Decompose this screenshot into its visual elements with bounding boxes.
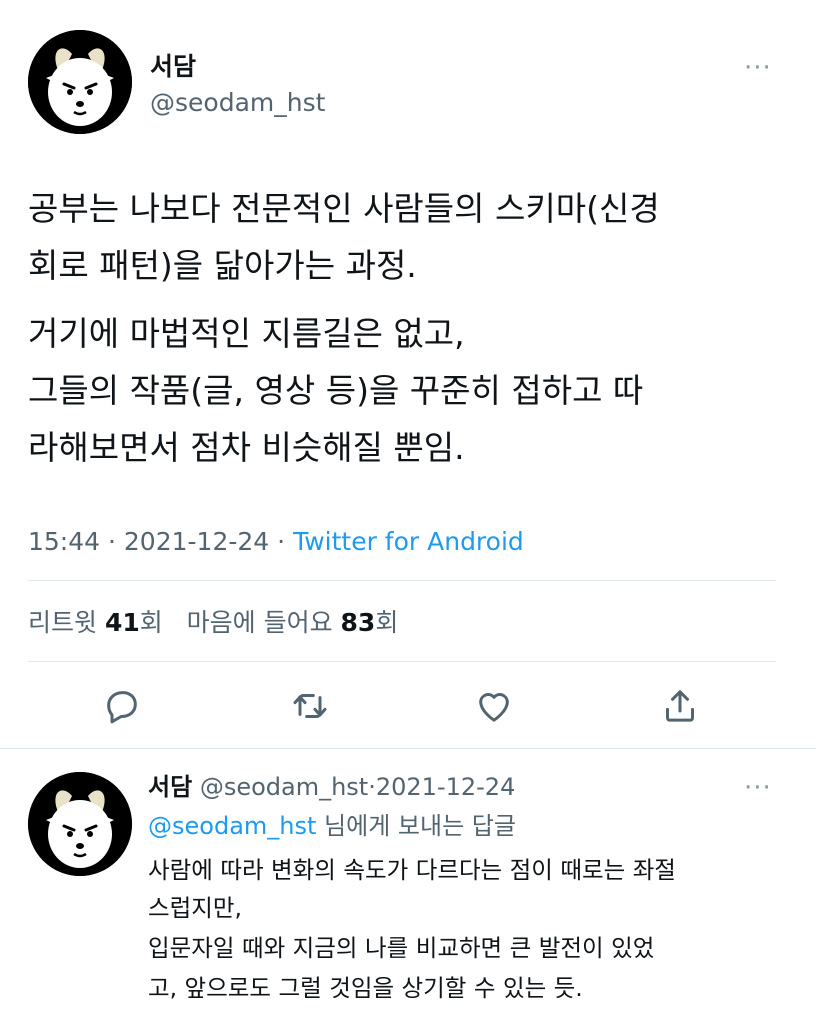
tweet-text-line: 그들의 작품(글, 영상 등)을 꾸준히 접하고 따 <box>28 371 644 410</box>
tweet-text-line: 라해보면서 점차 비슷해질 뿐임. <box>28 428 465 467</box>
tweet-meta: 15:44 · 2021-12-24 · Twitter for Android <box>28 526 524 558</box>
retweet-unit: 회 <box>139 608 163 637</box>
reply-date[interactable]: 2021-12-24 <box>376 773 515 801</box>
tweet-text-line: 거기에 마법적인 지름길은 없고, <box>28 314 465 353</box>
reply-text-line: 입문자일 때와 지금의 나를 비교하면 큰 발전이 있었 <box>148 934 655 962</box>
retweet-icon[interactable] <box>290 686 330 726</box>
share-icon[interactable] <box>660 686 700 726</box>
like-stat[interactable]: 마음에 들어요 83회 <box>187 608 399 637</box>
divider <box>0 748 816 749</box>
tweet-date[interactable]: 2021-12-24 <box>124 527 269 556</box>
reply-header: 서담 @seodam_hst·2021-12-24 <box>148 772 515 802</box>
reply-text-line: 사람에 따라 변화의 속도가 다르다는 점이 때로는 좌절 <box>148 856 676 884</box>
heart-icon[interactable] <box>474 686 514 726</box>
tweet-time: 15:44 <box>28 527 101 556</box>
more-options-icon[interactable]: ··· <box>744 55 772 81</box>
reply-author-handle[interactable]: @seodam_hst <box>200 773 368 801</box>
divider <box>28 661 776 662</box>
tweet-stats: 리트윗 41회 마음에 들어요 83회 <box>28 607 398 639</box>
retweet-count: 41 <box>104 608 140 637</box>
tweet-text-line: 공부는 나보다 전문적인 사람들의 스키마(신경 <box>28 189 660 228</box>
retweet-label: 리트윗 <box>28 608 98 637</box>
like-label: 마음에 들어요 <box>186 608 333 637</box>
tweet-source-link[interactable]: Twitter for Android <box>293 527 524 556</box>
reply-text-line: 고, 앞으로도 그럴 것임을 상기할 수 있는 듯. <box>148 974 583 1002</box>
replying-to-suffix: 님에게 보내는 답글 <box>316 812 516 840</box>
author-handle[interactable]: @seodam_hst <box>150 88 325 118</box>
author-avatar[interactable] <box>28 30 132 134</box>
reply-mention-link[interactable]: @seodam_hst <box>148 812 316 840</box>
replying-to: @seodam_hst 님에게 보내는 답글 <box>148 811 516 841</box>
like-unit: 회 <box>375 608 399 637</box>
reply-icon[interactable] <box>102 686 142 726</box>
meta-separator: · <box>368 773 376 801</box>
meta-separator: · <box>108 527 116 556</box>
meta-separator: · <box>277 527 286 556</box>
author-name[interactable]: 서담 <box>150 52 196 82</box>
tweet-text-line: 회로 패턴)을 닮아가는 과정. <box>28 246 417 285</box>
reply-more-options-icon[interactable]: ··· <box>744 775 772 801</box>
reply-author-avatar[interactable] <box>28 772 132 876</box>
reply-author-name[interactable]: 서담 <box>148 773 192 801</box>
reply-text-line: 스럽지만, <box>148 894 242 922</box>
divider <box>28 580 776 581</box>
retweet-stat[interactable]: 리트윗 41회 <box>28 608 163 637</box>
like-count: 83 <box>340 608 376 637</box>
